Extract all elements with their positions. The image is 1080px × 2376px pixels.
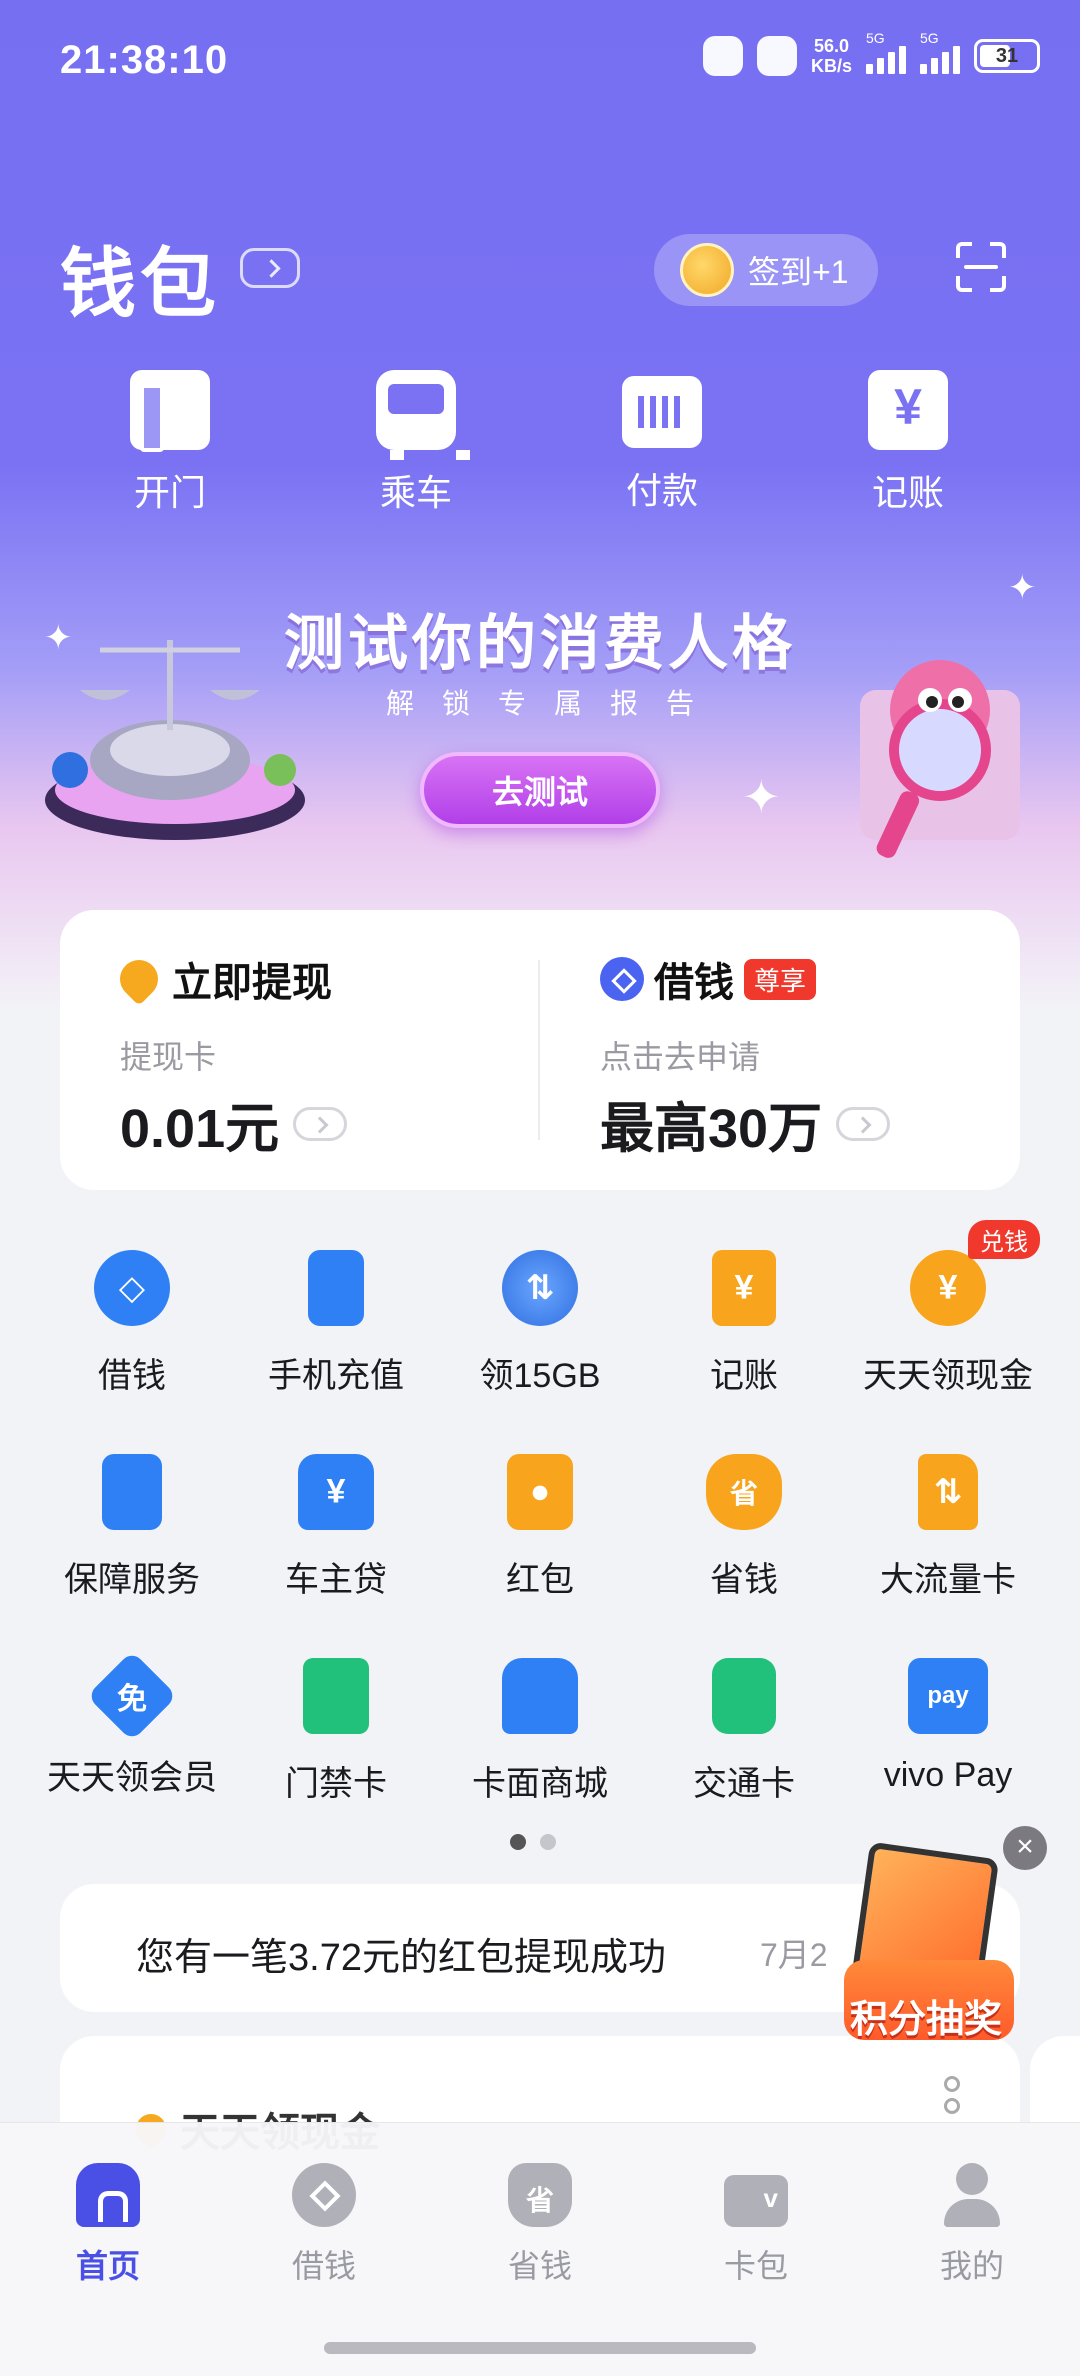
service-loan[interactable]: ◇ 借钱 bbox=[32, 1250, 232, 1397]
service-phone-recharge[interactable]: 手机充值 bbox=[236, 1250, 436, 1397]
access-card-icon bbox=[303, 1658, 369, 1734]
coin-icon bbox=[680, 243, 734, 297]
more-icon[interactable] bbox=[944, 2076, 960, 2120]
banner-subtitle: 解锁专属报告 bbox=[385, 688, 722, 719]
service-daily-cash[interactable]: ¥ 兑钱 天天领现金 bbox=[848, 1220, 1048, 1397]
service-access-card[interactable]: 门禁卡 bbox=[236, 1658, 436, 1805]
person-icon bbox=[940, 2163, 1004, 2227]
red-packet-icon: ● bbox=[507, 1454, 573, 1530]
withdraw-icon bbox=[112, 952, 166, 1006]
bus-icon bbox=[376, 370, 470, 460]
notice-text: 您有一笔3.72元的红包提现成功 bbox=[136, 1937, 666, 1979]
loan-icon: ◇ bbox=[94, 1250, 170, 1326]
vip-badge: 尊享 bbox=[744, 958, 817, 1000]
wallet-icon bbox=[724, 2175, 788, 2227]
quick-open-door[interactable]: 开门 bbox=[90, 370, 250, 516]
savings-bag-icon bbox=[508, 2163, 572, 2227]
service-membership[interactable]: 免 天天领会员 bbox=[32, 1650, 232, 1799]
network-speed: 56.0 KB/s bbox=[810, 36, 852, 76]
tab-cards[interactable]: 卡包 bbox=[676, 2163, 836, 2287]
barcode-icon bbox=[622, 376, 702, 448]
banner-test-button[interactable]: 去测试 bbox=[420, 752, 660, 828]
ledger-icon bbox=[868, 370, 948, 450]
service-car-loan[interactable]: ¥ 车主贷 bbox=[236, 1454, 436, 1601]
service-data-card[interactable]: ⇅ 大流量卡 bbox=[848, 1454, 1048, 1601]
alarm-icon bbox=[702, 36, 743, 76]
promo-close-icon[interactable]: × bbox=[1003, 1826, 1047, 1870]
status-bar: 21:38:10 56.0 KB/s 5G 5G 31 bbox=[60, 30, 1040, 90]
signal-icon-2: 5G bbox=[920, 30, 960, 74]
battery-icon: 31 bbox=[974, 39, 1040, 73]
tshirt-icon bbox=[502, 1658, 578, 1734]
tab-home[interactable]: 首页 bbox=[28, 2163, 188, 2287]
sim-card-icon: ⇅ bbox=[918, 1454, 978, 1530]
tab-savings[interactable]: 省钱 bbox=[460, 2163, 620, 2287]
quick-ledger[interactable]: 记账 bbox=[828, 370, 988, 516]
service-savings[interactable]: 省 省钱 bbox=[644, 1454, 844, 1601]
service-free-data[interactable]: ⇅ 领15GB bbox=[440, 1250, 640, 1397]
service-vivo-pay[interactable]: pay vivo Pay bbox=[848, 1658, 1048, 1795]
notice-date: 7月2 bbox=[760, 1937, 828, 1973]
service-protection[interactable]: 保障服务 bbox=[32, 1454, 232, 1601]
vivo-pay-icon: pay bbox=[908, 1658, 988, 1734]
lottery-promo[interactable]: 积分抽奖 bbox=[824, 1840, 1024, 2041]
ledger-icon: ¥ bbox=[712, 1250, 776, 1326]
loan-icon bbox=[600, 957, 644, 1001]
checkin-button[interactable]: 签到+1 bbox=[654, 234, 878, 306]
home-indicator[interactable] bbox=[324, 2342, 756, 2354]
phone-icon bbox=[308, 1250, 364, 1326]
assistant-icon bbox=[756, 36, 797, 76]
protection-icon bbox=[102, 1454, 162, 1530]
sparkle-icon: ✦ bbox=[742, 771, 781, 823]
data-icon: ⇅ bbox=[502, 1250, 578, 1326]
service-transit-card[interactable]: 交通卡 bbox=[644, 1658, 844, 1805]
cash-coin-icon: ¥ bbox=[910, 1250, 986, 1326]
scan-icon[interactable] bbox=[956, 242, 1006, 292]
quick-ride[interactable]: 乘车 bbox=[336, 370, 496, 516]
savings-bag-icon: 省 bbox=[706, 1454, 782, 1530]
quick-pay[interactable]: 付款 bbox=[582, 370, 742, 514]
home-icon bbox=[76, 2163, 140, 2227]
page-indicator bbox=[510, 1834, 556, 1850]
service-red-packet[interactable]: ● 红包 bbox=[440, 1454, 640, 1601]
money-card: 立即提现 提现卡 0.01元 借钱 尊享 点击去申请 最高30万 bbox=[60, 910, 1020, 1190]
divider bbox=[538, 960, 540, 1140]
loan-icon bbox=[292, 2163, 356, 2227]
signal-icon: 5G bbox=[866, 30, 906, 74]
car-loan-icon: ¥ bbox=[298, 1454, 374, 1530]
service-card-mall[interactable]: 卡面商城 bbox=[440, 1658, 640, 1805]
title-switch-button[interactable] bbox=[240, 248, 300, 288]
exchange-badge: 兑钱 bbox=[968, 1220, 1040, 1259]
withdraw-section[interactable]: 立即提现 提现卡 0.01元 bbox=[112, 950, 348, 1163]
status-time: 21:38:10 bbox=[60, 38, 229, 82]
status-icons: 56.0 KB/s 5G 5G 31 bbox=[702, 30, 1040, 76]
banner-title: 测试你的消费人格 bbox=[284, 610, 796, 677]
transit-icon bbox=[712, 1658, 776, 1734]
page-title: 钱包 bbox=[60, 242, 220, 327]
tab-me[interactable]: 我的 bbox=[892, 2163, 1052, 2287]
service-ledger[interactable]: ¥ 记账 bbox=[644, 1250, 844, 1397]
tab-loan[interactable]: 借钱 bbox=[244, 2163, 404, 2287]
chevron-right-icon[interactable] bbox=[293, 1106, 348, 1141]
door-icon bbox=[130, 370, 210, 452]
loan-section[interactable]: 借钱 尊享 点击去申请 最高30万 bbox=[600, 950, 891, 1163]
chevron-right-icon[interactable] bbox=[836, 1106, 891, 1141]
bottom-tab-bar: 首页 借钱 省钱 卡包 我的 bbox=[0, 2122, 1080, 2376]
membership-icon: 免 bbox=[86, 1650, 178, 1742]
